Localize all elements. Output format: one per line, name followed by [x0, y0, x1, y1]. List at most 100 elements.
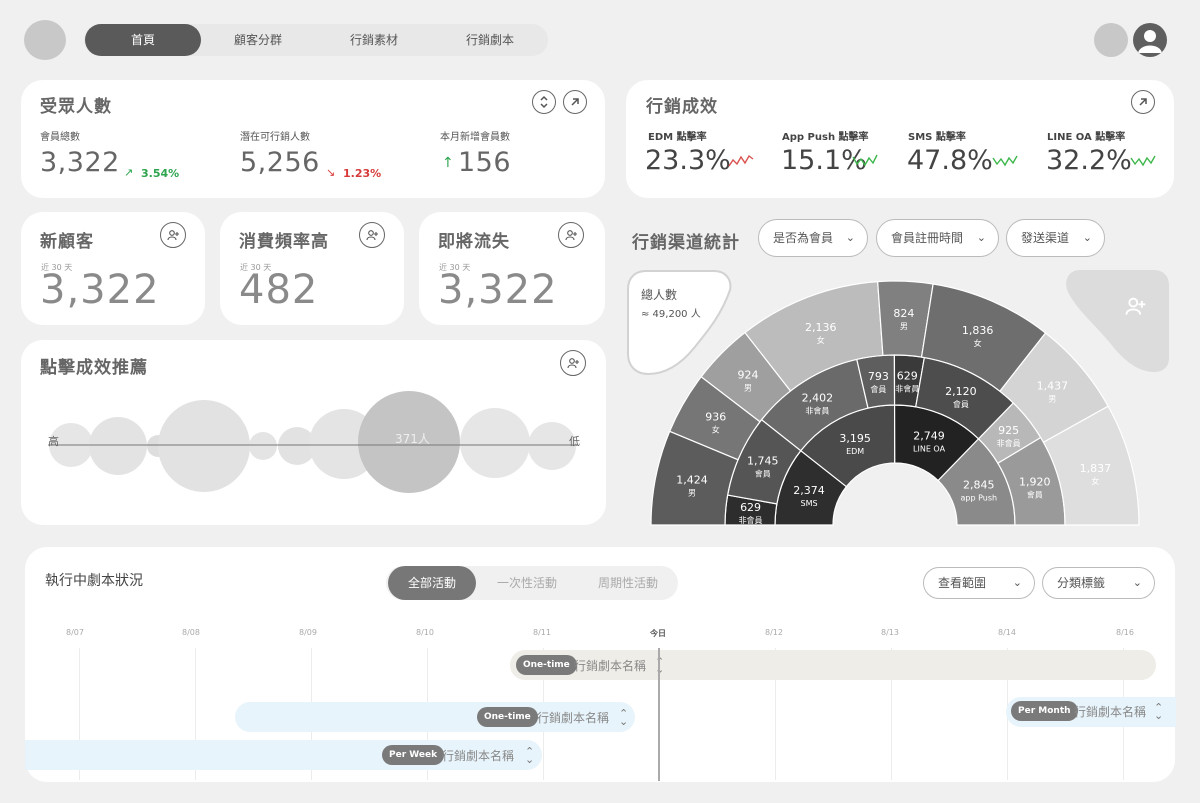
- slice-label: 女: [974, 338, 982, 348]
- tag-dropdown[interactable]: 分類標籤 ⌄: [1042, 567, 1155, 599]
- sort-icon[interactable]: [532, 90, 556, 114]
- metric-delta: 3.54%: [141, 167, 180, 180]
- slice-value: 925: [998, 424, 1019, 437]
- slice-value: 2,374: [793, 484, 825, 497]
- slice-label: 女: [712, 425, 720, 435]
- kpi-label: LINE OA 點擊率: [1047, 132, 1126, 143]
- chevron-down-icon: ⌄: [845, 231, 855, 244]
- slice-label: 會員: [870, 384, 886, 394]
- register-time-dropdown[interactable]: 會員註冊時間 ⌄: [876, 219, 999, 257]
- click-reco-title: 點擊成效推薦: [40, 358, 148, 378]
- slice-value: 793: [868, 370, 889, 383]
- user-icon: [1138, 30, 1162, 53]
- chevron-down-icon: ⌄: [976, 231, 986, 244]
- metric-value: 156: [458, 147, 512, 178]
- slice-label: SMS: [800, 499, 817, 508]
- segment-value: 3,322: [438, 267, 558, 313]
- slice-value: 1,920: [1019, 475, 1051, 488]
- tab-home[interactable]: 首頁: [85, 24, 201, 56]
- add-user-icon[interactable]: [160, 222, 186, 248]
- chevron-down-icon: ⌄: [1132, 576, 1142, 589]
- notification-avatar[interactable]: [1094, 23, 1128, 57]
- script-name: 行銷劇本名稱: [1074, 705, 1147, 719]
- slice-value: 2,136: [805, 321, 837, 334]
- slice-value: 1,836: [962, 324, 994, 337]
- slice-value: 924: [737, 368, 758, 381]
- user-avatar[interactable]: [1133, 23, 1167, 57]
- range-dropdown[interactable]: 查看範圍 ⌄: [923, 567, 1035, 599]
- metric-value: 5,256: [240, 147, 320, 178]
- dropdown-label: 查看範圍: [938, 576, 987, 590]
- slice-label: LINE OA: [913, 445, 946, 454]
- tab-recurring[interactable]: 周期性活動: [582, 566, 674, 600]
- add-user-icon[interactable]: [359, 222, 385, 248]
- day-label: 8/14: [998, 628, 1016, 637]
- script-name: 行銷劇本名稱: [574, 659, 647, 673]
- slice-label: 會員: [755, 469, 771, 479]
- tab-marketing-assets[interactable]: 行銷素材: [316, 24, 432, 56]
- sort-icon[interactable]: ⌃⌄: [619, 708, 628, 727]
- day-label: 8/11: [533, 628, 551, 637]
- day-label: 8/16: [1116, 628, 1134, 637]
- script-type-badge: One-time: [516, 655, 577, 675]
- arrow-up-icon: ↑: [442, 155, 454, 171]
- trend-down-icon: ↘: [326, 166, 336, 179]
- today-label: 今日: [650, 629, 666, 638]
- chevron-down-icon: ⌄: [1082, 231, 1092, 244]
- slice-value: 3,195: [839, 432, 871, 445]
- dropdown-label: 是否為會員: [773, 231, 834, 245]
- day-label: 8/10: [416, 628, 434, 637]
- tab-one-time[interactable]: 一次性活動: [482, 566, 572, 600]
- slice-label: 男: [900, 322, 908, 331]
- dropdown-label: 發送渠道: [1021, 231, 1070, 245]
- member-filter-dropdown[interactable]: 是否為會員 ⌄: [758, 219, 868, 257]
- kpi-value: 23.3%: [645, 145, 731, 176]
- tab-customer-segments[interactable]: 顧客分群: [200, 24, 316, 56]
- sparkline-icon: [1130, 155, 1156, 167]
- tab-marketing-scripts[interactable]: 行銷劇本: [432, 24, 548, 56]
- segment-value: 482: [239, 267, 319, 313]
- performance-title: 行銷成效: [646, 97, 718, 117]
- bubble-chart: [48, 391, 578, 493]
- dropdown-label: 會員註冊時間: [891, 231, 964, 245]
- metric-label: 本月新增會員數: [440, 132, 510, 143]
- segment-title: 新顧客: [40, 232, 94, 252]
- slice-label: 非會員: [739, 515, 763, 525]
- metric-delta: 1.23%: [343, 167, 382, 180]
- slice-label: 非會員: [895, 384, 919, 394]
- sort-icon[interactable]: ⌃⌄: [525, 746, 534, 765]
- trend-up-icon: ↗: [124, 166, 134, 179]
- channel-filter-dropdown[interactable]: 發送渠道 ⌄: [1006, 219, 1105, 257]
- slice-value: 1,437: [1037, 380, 1069, 393]
- slice-label: app Push: [961, 494, 998, 503]
- add-user-icon[interactable]: [558, 222, 584, 248]
- script-type-badge: One-time: [477, 707, 538, 727]
- slice-label: EDM: [846, 447, 864, 456]
- chevron-down-icon: ⌄: [1012, 576, 1022, 589]
- bubble: [158, 400, 250, 492]
- slice-value: 1,424: [676, 473, 708, 486]
- axis-high-label: 高: [48, 435, 59, 448]
- segment-title: 即將流失: [438, 232, 510, 252]
- day-label: 8/13: [881, 628, 899, 637]
- channel-title: 行銷渠道統計: [632, 233, 740, 253]
- open-external-icon[interactable]: [563, 90, 587, 114]
- bubble-value: 371人: [395, 432, 430, 446]
- metric-label: 會員總數: [40, 132, 80, 143]
- sort-icon[interactable]: ⌃⌄: [1154, 702, 1163, 721]
- kpi-label: EDM 點擊率: [648, 132, 707, 143]
- slice-value: 629: [740, 501, 761, 514]
- slice-value: 2,120: [945, 385, 977, 398]
- day-label: 8/07: [66, 628, 84, 637]
- tab-all-activities[interactable]: 全部活動: [388, 566, 476, 600]
- day-label: 8/09: [299, 628, 317, 637]
- metric-label: 潛在可行銷人數: [240, 132, 310, 143]
- open-external-icon[interactable]: [1131, 90, 1155, 114]
- bubble: [249, 432, 277, 460]
- add-user-icon[interactable]: [560, 350, 586, 376]
- slice-value: 1,837: [1080, 462, 1112, 475]
- sparkline-icon: [992, 155, 1018, 167]
- dropdown-label: 分類標籤: [1057, 576, 1106, 590]
- bubble: [89, 417, 147, 475]
- kpi-label: SMS 點擊率: [908, 132, 966, 143]
